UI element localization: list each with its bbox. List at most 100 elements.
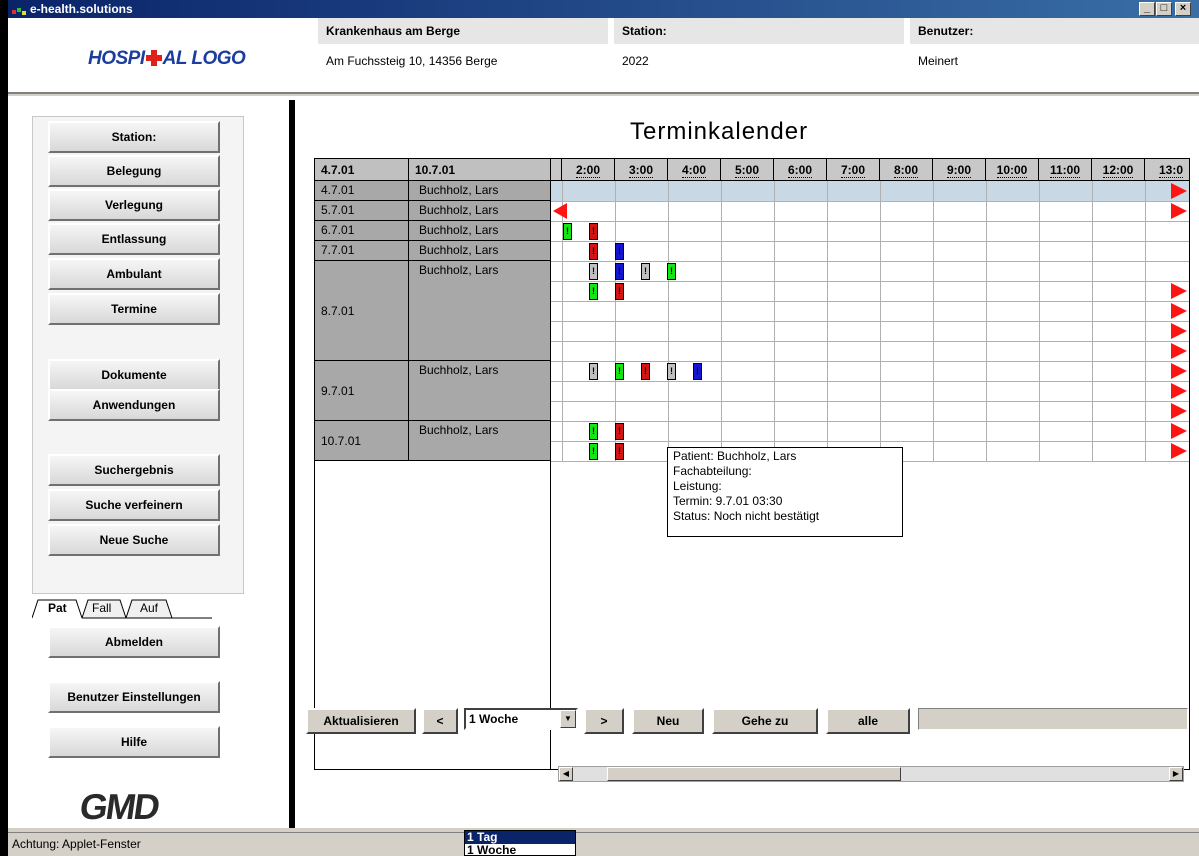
row-patient-name[interactable]: Buchholz, Lars — [409, 261, 551, 361]
column-header-name[interactable]: 10.7.01 — [409, 159, 551, 181]
row-date[interactable]: 7.7.01 — [315, 241, 409, 261]
appointment-marker[interactable]: ! — [615, 283, 624, 300]
range-select[interactable]: 1 Woche ▼ — [464, 708, 578, 730]
more-right-arrow-icon[interactable] — [1171, 443, 1187, 459]
help-button[interactable]: Hilfe — [48, 726, 220, 758]
splitter[interactable] — [289, 100, 295, 828]
appointment-marker[interactable]: ! — [589, 283, 598, 300]
row-date[interactable]: 4.7.01 — [315, 181, 409, 201]
suche-verfeinern-button[interactable]: Suche verfeinern — [48, 489, 220, 521]
row-patient-name[interactable]: Buchholz, Lars — [409, 181, 551, 201]
appointment-marker[interactable]: ! — [589, 263, 598, 280]
grid-line — [551, 301, 1189, 302]
time-label: 11:00 — [1049, 163, 1081, 178]
range-dropdown-list[interactable]: 1 Tag 1 Woche — [464, 830, 576, 856]
prev-button[interactable]: < — [422, 708, 458, 734]
next-button[interactable]: > — [584, 708, 624, 734]
appointment-marker[interactable]: ! — [641, 363, 650, 380]
time-header-6: 6:00 — [774, 159, 827, 181]
station-button[interactable]: Station: — [48, 121, 220, 153]
scroll-left-icon[interactable]: ◀ — [559, 767, 573, 781]
appointment-marker[interactable]: ! — [667, 363, 676, 380]
row-patient-name[interactable]: Buchholz, Lars — [409, 421, 551, 461]
time-header-7: 7:00 — [827, 159, 880, 181]
appointment-marker[interactable]: ! — [667, 263, 676, 280]
tab-pat[interactable]: Pat — [42, 598, 73, 618]
more-right-arrow-icon[interactable] — [1171, 183, 1187, 199]
verlegung-button[interactable]: Verlegung — [48, 189, 220, 221]
time-header-9: 9:00 — [933, 159, 986, 181]
all-button[interactable]: alle — [826, 708, 910, 734]
time-header-10: 10:00 — [986, 159, 1039, 181]
more-right-arrow-icon[interactable] — [1171, 403, 1187, 419]
appointment-marker[interactable]: ! — [693, 363, 702, 380]
scroll-thumb[interactable] — [607, 767, 901, 781]
refresh-button[interactable]: Aktualisieren — [306, 708, 416, 734]
belegung-button[interactable]: Belegung — [48, 155, 220, 187]
appointment-marker[interactable]: ! — [615, 423, 624, 440]
appointment-marker[interactable]: ! — [615, 443, 624, 460]
column-header-date[interactable]: 4.7.01 — [315, 159, 409, 181]
termine-button[interactable]: Termine — [48, 293, 220, 325]
neue-suche-button[interactable]: Neue Suche — [48, 524, 220, 556]
horizontal-scrollbar[interactable]: ◀ ▶ — [558, 766, 1184, 782]
maximize-button[interactable]: □ — [1156, 2, 1172, 16]
row-date[interactable]: 8.7.01 — [315, 261, 409, 361]
more-right-arrow-icon[interactable] — [1171, 203, 1187, 219]
tab-fall[interactable]: Fall — [86, 598, 117, 618]
more-right-arrow-icon[interactable] — [1171, 363, 1187, 379]
more-right-arrow-icon[interactable] — [1171, 303, 1187, 319]
logout-button[interactable]: Abmelden — [48, 626, 220, 658]
minimize-button[interactable]: _ — [1139, 2, 1155, 16]
close-button[interactable]: × — [1175, 2, 1191, 16]
user-settings-button[interactable]: Benutzer Einstellungen — [48, 681, 220, 713]
calendar-grid: 4.7.01 10.7.01 2:00 3:00 4:00 5:00 6:00 7:00 8:0… — [314, 158, 1190, 770]
chevron-down-icon[interactable]: ▼ — [560, 710, 576, 728]
time-header-2: 2:00 — [562, 159, 615, 181]
more-right-arrow-icon[interactable] — [1171, 423, 1187, 439]
appointment-marker[interactable]: ! — [563, 223, 572, 240]
calendar-title: Terminkalender — [630, 118, 809, 145]
ambulant-button[interactable]: Ambulant — [48, 258, 220, 290]
grid-line — [774, 181, 775, 461]
tab-auf[interactable]: Auf — [134, 598, 164, 618]
appointment-marker[interactable]: ! — [589, 363, 598, 380]
more-right-arrow-icon[interactable] — [1171, 383, 1187, 399]
row-patient-name[interactable]: Buchholz, Lars — [409, 241, 551, 261]
time-header-5: 5:00 — [721, 159, 774, 181]
row-patient-name[interactable]: Buchholz, Lars — [409, 201, 551, 221]
grid-line — [615, 181, 616, 461]
row-date[interactable]: 6.7.01 — [315, 221, 409, 241]
appointment-marker[interactable]: ! — [615, 363, 624, 380]
more-right-arrow-icon[interactable] — [1171, 323, 1187, 339]
grid-line — [1039, 181, 1040, 461]
time-label: 9:00 — [946, 163, 972, 178]
appointment-marker[interactable]: ! — [589, 243, 598, 260]
appointment-marker[interactable]: ! — [589, 443, 598, 460]
appointment-marker[interactable]: ! — [589, 223, 598, 240]
appointment-marker[interactable]: ! — [615, 263, 624, 280]
more-right-arrow-icon[interactable] — [1171, 343, 1187, 359]
row-date[interactable]: 5.7.01 — [315, 201, 409, 221]
row-date[interactable]: 10.7.01 — [315, 421, 409, 461]
row-patient-name[interactable]: Buchholz, Lars — [409, 361, 551, 421]
appointment-marker[interactable]: ! — [589, 423, 598, 440]
appointment-marker[interactable]: ! — [641, 263, 650, 280]
new-button[interactable]: Neu — [632, 708, 704, 734]
dropdown-option-week[interactable]: 1 Woche — [465, 844, 575, 856]
scroll-right-icon[interactable]: ▶ — [1169, 767, 1183, 781]
entlassung-button[interactable]: Entlassung — [48, 223, 220, 255]
hospital-logo: HOSPI AL LOGO — [88, 48, 246, 69]
row-patient-name[interactable]: Buchholz, Lars — [409, 221, 551, 241]
more-right-arrow-icon[interactable] — [1171, 283, 1187, 299]
time-header-4: 4:00 — [668, 159, 721, 181]
goto-button[interactable]: Gehe zu — [712, 708, 818, 734]
appointment-tooltip: Patient: Buchholz, Lars Fachabteilung: L… — [667, 447, 903, 537]
appointment-marker[interactable]: ! — [615, 243, 624, 260]
row-date[interactable]: 9.7.01 — [315, 361, 409, 421]
anwendungen-button[interactable]: Anwendungen — [48, 389, 220, 421]
dokumente-button[interactable]: Dokumente — [48, 359, 220, 391]
suchergebnis-button[interactable]: Suchergebnis — [48, 454, 220, 486]
more-left-arrow-icon[interactable] — [553, 203, 567, 219]
tooltip-service: Leistung: — [673, 479, 722, 493]
